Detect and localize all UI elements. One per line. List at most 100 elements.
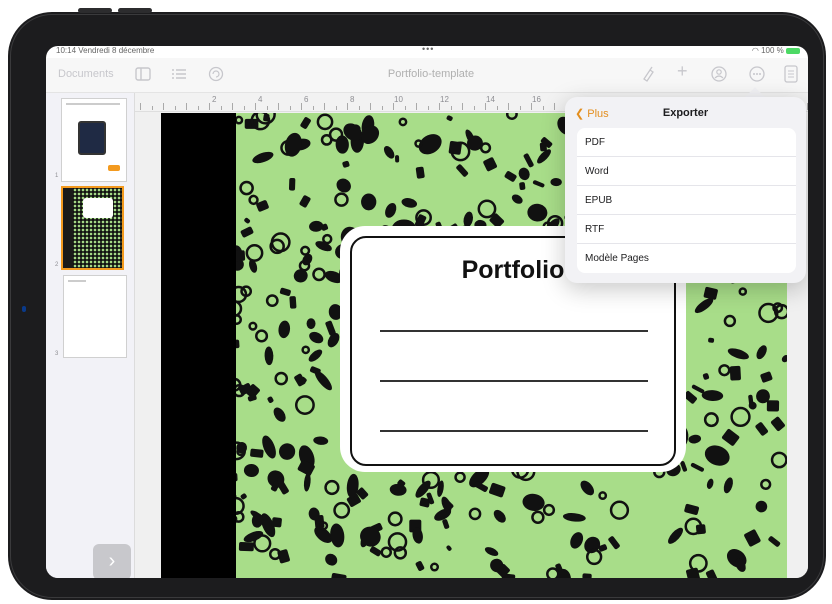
format-brush-icon[interactable] xyxy=(641,66,657,84)
pattern-doodle xyxy=(531,510,545,524)
pattern-doodle xyxy=(686,567,700,578)
ruler-tick xyxy=(151,106,153,110)
thumbnail-tablet-image xyxy=(78,121,106,155)
pattern-doodle xyxy=(238,542,254,552)
pattern-doodle xyxy=(325,553,338,566)
pattern-doodle xyxy=(265,294,279,308)
pattern-doodle xyxy=(744,529,761,547)
collaborate-icon[interactable] xyxy=(710,66,728,84)
pattern-doodle xyxy=(316,113,334,131)
page-thumbnail-3[interactable] xyxy=(63,275,127,358)
ruler-tick xyxy=(301,103,302,110)
pattern-doodle xyxy=(723,314,737,328)
pattern-doodle xyxy=(704,445,730,466)
ruler-tick xyxy=(508,103,509,110)
pattern-doodle xyxy=(705,569,718,578)
ruler-number: 6 xyxy=(304,95,309,104)
export-word-option[interactable]: Word xyxy=(577,157,796,186)
pattern-doodle xyxy=(688,434,702,444)
pattern-doodle xyxy=(468,507,482,521)
pattern-doodle xyxy=(738,287,748,296)
pattern-doodle xyxy=(522,493,545,511)
pattern-doodle xyxy=(248,194,259,206)
add-icon[interactable]: + xyxy=(677,62,688,80)
pattern-doodle xyxy=(255,329,269,343)
pattern-doodle xyxy=(342,160,350,168)
pattern-doodle xyxy=(756,345,767,360)
export-pdf-option[interactable]: PDF xyxy=(577,128,796,157)
undo-icon[interactable] xyxy=(208,66,224,84)
pattern-doodle xyxy=(245,244,264,262)
export-rtf-option[interactable]: RTF xyxy=(577,215,796,244)
toolbar: Documents Portfolio-template + xyxy=(46,58,808,93)
pattern-doodle xyxy=(361,193,377,211)
pattern-doodle xyxy=(695,524,706,535)
pattern-doodle xyxy=(264,346,274,366)
pattern-doodle xyxy=(770,451,787,469)
multitasking-dots[interactable]: ••• xyxy=(422,46,434,54)
pattern-doodle xyxy=(336,178,351,193)
ruler-tick xyxy=(370,103,371,110)
pattern-doodle xyxy=(328,304,343,320)
thumbnail-text-line xyxy=(68,280,86,282)
pattern-doodle xyxy=(702,373,710,380)
pattern-doodle xyxy=(300,245,311,256)
page-number-3: 3 xyxy=(55,351,59,357)
thumbnail-orange-badge xyxy=(108,165,120,171)
volume-button xyxy=(118,8,152,13)
pattern-doodle xyxy=(493,509,506,523)
status-bar: 10:14 Vendredi 8 décembre ••• ◠ 100 % xyxy=(46,46,808,58)
pattern-doodle xyxy=(474,219,487,231)
ruler-tick xyxy=(542,106,544,110)
ruler-tick xyxy=(220,106,222,110)
ruler-tick xyxy=(381,106,383,110)
documents-button[interactable]: Documents xyxy=(58,68,114,80)
pattern-doodle xyxy=(718,364,731,377)
pattern-doodle xyxy=(294,395,315,415)
export-popover: ❮ Plus Exporter PDF Word EPUB RTF Modèle… xyxy=(565,97,806,283)
pattern-doodle xyxy=(484,547,499,556)
camera-indicator xyxy=(22,306,26,312)
writing-line xyxy=(380,430,648,432)
pattern-doodle xyxy=(234,115,244,125)
battery-level: 100 % xyxy=(761,46,784,55)
list-icon[interactable] xyxy=(171,67,187,83)
page-number-2: 2 xyxy=(55,262,59,268)
pattern-doodle xyxy=(300,117,311,129)
page-number-1: 1 xyxy=(55,173,59,179)
pattern-doodle xyxy=(289,296,297,309)
document-title[interactable]: Portfolio-template xyxy=(336,68,526,80)
more-icon[interactable] xyxy=(749,66,765,84)
pattern-doodle xyxy=(684,503,700,515)
export-pages-template-option[interactable]: Modèle Pages xyxy=(577,244,796,273)
pattern-doodle xyxy=(314,370,332,391)
pattern-doodle xyxy=(701,390,724,402)
pattern-doodle xyxy=(330,572,347,578)
pattern-doodle xyxy=(505,113,518,121)
pattern-doodle xyxy=(760,478,772,491)
pattern-doodle xyxy=(313,436,329,445)
ruler-tick xyxy=(439,103,440,110)
pattern-doodle xyxy=(395,155,400,163)
next-page-button[interactable]: › xyxy=(93,544,131,578)
ruler-tick xyxy=(255,103,256,110)
ruler-number: 14 xyxy=(486,95,495,104)
ruler-tick xyxy=(312,106,314,110)
pattern-doodle xyxy=(271,517,282,528)
pattern-doodle xyxy=(730,406,751,428)
pattern-doodle xyxy=(435,221,443,231)
pattern-doodle xyxy=(703,286,718,300)
export-epub-option[interactable]: EPUB xyxy=(577,186,796,215)
ruler-tick xyxy=(462,103,463,110)
page-thumbnail-1[interactable] xyxy=(61,98,127,182)
ruler-tick xyxy=(278,103,279,110)
ruler-tick xyxy=(416,103,417,110)
document-setup-icon[interactable] xyxy=(784,65,798,85)
pattern-doodle xyxy=(483,157,497,172)
sidebar-icon[interactable] xyxy=(135,67,151,83)
ruler-tick xyxy=(554,103,555,110)
pattern-doodle xyxy=(383,146,395,159)
wifi-icon: ◠ xyxy=(751,46,759,55)
page-thumbnail-2[interactable] xyxy=(61,186,124,270)
pattern-doodle xyxy=(580,480,595,496)
